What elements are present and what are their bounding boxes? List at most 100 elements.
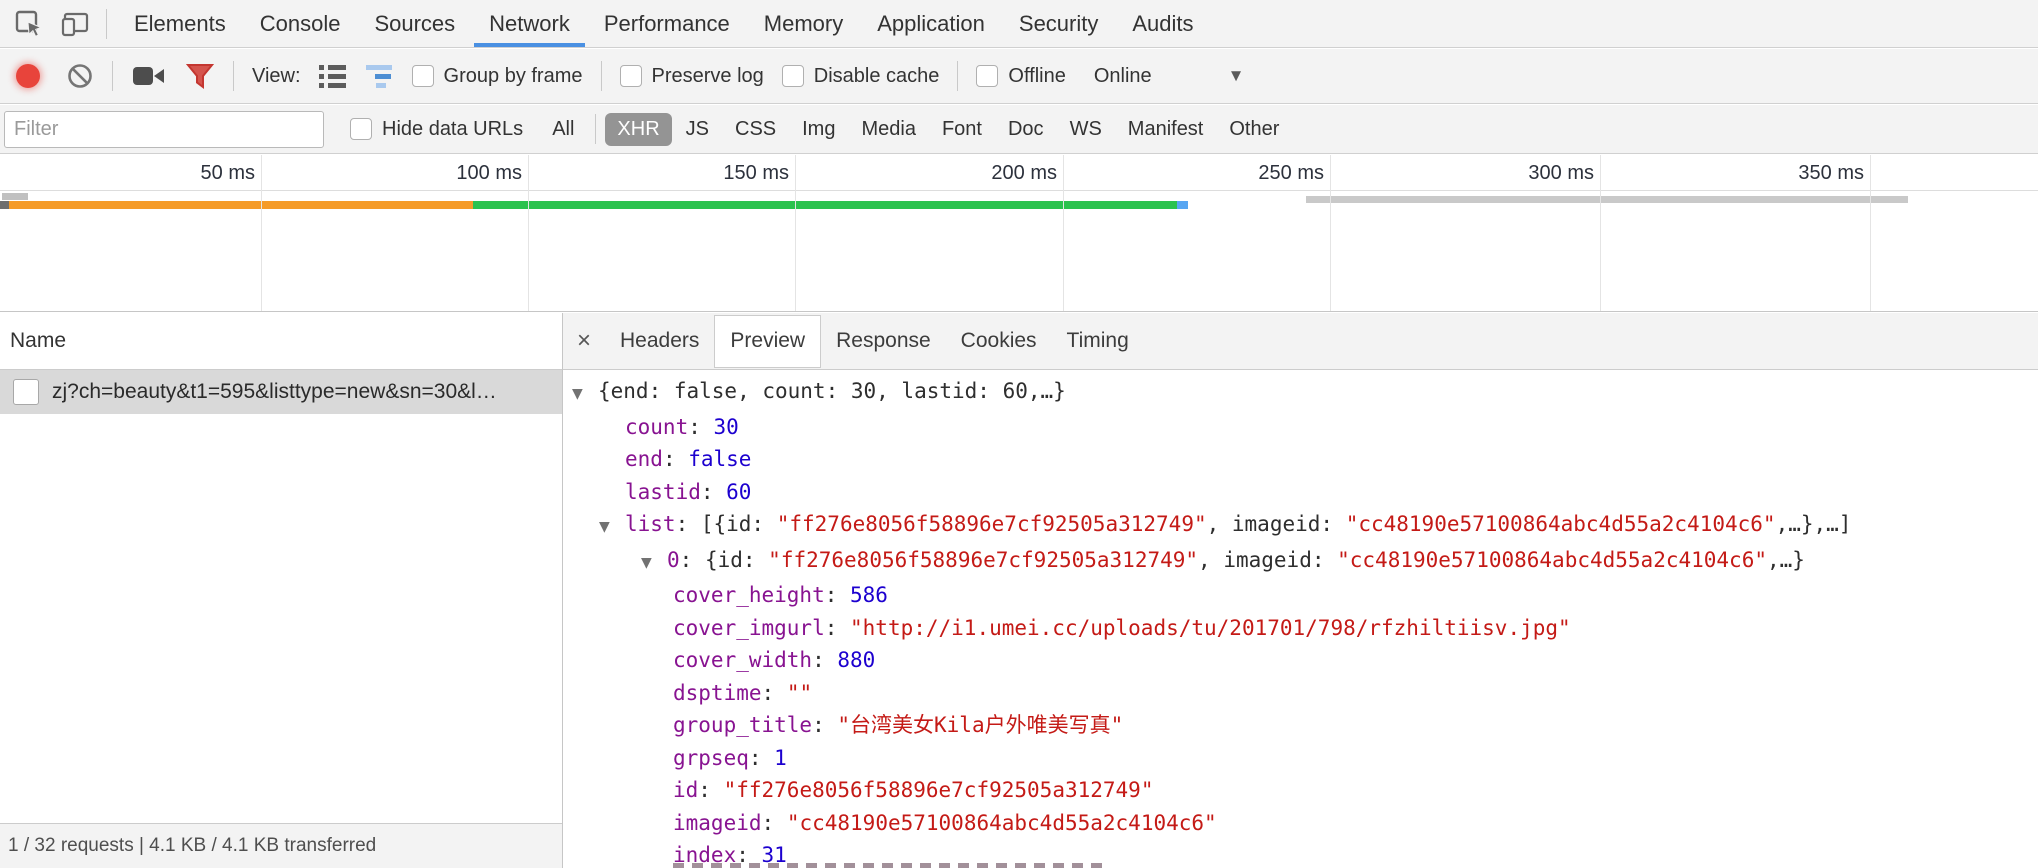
subtab-response[interactable]: Response: [821, 313, 946, 369]
waterfall-bar: [1306, 196, 1908, 203]
preview-row-10: group_title: "台湾美女Kila户外唯美写真": [563, 709, 2038, 742]
json-token-p: :: [749, 746, 774, 770]
json-token-s: "ff276e8056f58896e7cf92505a312749": [768, 548, 1198, 572]
network-main: Name zj?ch=beauty&t1=595&listtype=new&sn…: [0, 313, 2038, 868]
filter-type-img[interactable]: Img: [790, 113, 847, 146]
preserve-log-checkbox[interactable]: Preserve log: [620, 65, 764, 88]
subtab-timing[interactable]: Timing: [1052, 313, 1144, 369]
tab-elements[interactable]: Elements: [117, 0, 243, 47]
timeline-gridline: [261, 155, 262, 311]
close-icon[interactable]: ×: [577, 327, 591, 355]
preview-row-1: count: 30: [563, 411, 2038, 444]
clipped-text-line: [673, 863, 1103, 868]
json-token-p: : [{id:: [676, 512, 777, 536]
network-overview[interactable]: 50 ms100 ms150 ms200 ms250 ms300 ms350 m…: [0, 155, 2038, 312]
filter-type-other[interactable]: Other: [1217, 113, 1291, 146]
json-token-p: :: [762, 681, 787, 705]
json-token-k: group_title: [673, 713, 812, 737]
tree-expand-arrow[interactable]: ▼: [599, 511, 625, 544]
record-button[interactable]: [16, 64, 40, 88]
hide-data-urls-checkbox[interactable]: [350, 118, 372, 140]
preview-row-5[interactable]: ▼0: {id: "ff276e8056f58896e7cf92505a3127…: [563, 544, 2038, 580]
tab-audits[interactable]: Audits: [1115, 0, 1210, 47]
list-view-icon[interactable]: [319, 65, 346, 88]
request-name: zj?ch=beauty&t1=595&listtype=new&sn=30&l…: [52, 380, 497, 404]
timeline-ruler: 50 ms100 ms150 ms200 ms250 ms300 ms350 m…: [0, 155, 2038, 191]
tab-application[interactable]: Application: [860, 0, 1002, 47]
json-token-p: :: [812, 648, 837, 672]
filter-type-font[interactable]: Font: [930, 113, 994, 146]
filter-funnel-icon[interactable]: [185, 62, 215, 90]
inspect-cursor-icon[interactable]: [12, 7, 46, 41]
waterfall-bar: [0, 201, 9, 209]
json-token-s: "cc48190e57100864abc4d55a2c4104c6": [1337, 548, 1767, 572]
timeline-tick-label: 150 ms: [685, 162, 789, 185]
json-token-k: 0: [667, 548, 680, 572]
json-token-p: :: [663, 447, 688, 471]
filter-type-doc[interactable]: Doc: [996, 113, 1056, 146]
disable-cache-checkbox[interactable]: Disable cache: [782, 65, 940, 88]
timeline-gridline: [1870, 155, 1871, 311]
screenshot-camera-icon[interactable]: [131, 63, 167, 89]
json-token-p: , imageid:: [1198, 548, 1337, 572]
filter-type-manifest[interactable]: Manifest: [1116, 113, 1216, 146]
filter-type-media[interactable]: Media: [849, 113, 927, 146]
subtab-headers[interactable]: Headers: [605, 313, 714, 369]
offline-label: Offline: [1008, 65, 1065, 88]
throttling-dropdown[interactable]: Online: [1094, 65, 1152, 88]
json-token-k: cover_imgurl: [673, 616, 825, 640]
filter-input[interactable]: [4, 111, 324, 148]
chevron-down-icon[interactable]: ▼: [1228, 66, 1245, 86]
json-token-n: 880: [837, 648, 875, 672]
clear-icon[interactable]: [66, 62, 94, 90]
tab-console[interactable]: Console: [243, 0, 358, 47]
filter-type-all[interactable]: All: [540, 113, 586, 146]
tabbar-divider: [106, 9, 107, 39]
json-token-k: dsptime: [673, 681, 762, 705]
json-token-p: :: [688, 415, 713, 439]
tree-expand-arrow[interactable]: ▼: [641, 547, 667, 580]
timeline-gridline: [1063, 155, 1064, 311]
json-token-k: list: [625, 512, 676, 536]
filter-type-js[interactable]: JS: [674, 113, 721, 146]
filter-type-ws[interactable]: WS: [1058, 113, 1114, 146]
request-list-empty-area: [0, 414, 562, 823]
filter-type-css[interactable]: CSS: [723, 113, 788, 146]
json-token-p: :: [762, 811, 787, 835]
toolbar-divider: [957, 61, 958, 91]
requests-panel: Name zj?ch=beauty&t1=595&listtype=new&sn…: [0, 313, 563, 868]
timeline-tick-label: 250 ms: [1220, 162, 1324, 185]
timeline-tick-label: 350 ms: [1760, 162, 1864, 185]
checkbox-box[interactable]: [620, 65, 642, 87]
preview-row-0[interactable]: ▼{end: false, count: 30, lastid: 60,…}: [563, 375, 2038, 411]
tree-expand-arrow[interactable]: ▼: [572, 378, 598, 411]
timeline-gridline: [795, 155, 796, 311]
name-column-header[interactable]: Name: [0, 313, 562, 370]
json-token-k: cover_width: [673, 648, 812, 672]
preview-row-4[interactable]: ▼list: [{id: "ff276e8056f58896e7cf92505a…: [563, 508, 2038, 544]
preview-row-11: grpseq: 1: [563, 742, 2038, 775]
checkbox-box[interactable]: [782, 65, 804, 87]
tab-memory[interactable]: Memory: [747, 0, 860, 47]
checkbox-box[interactable]: [412, 65, 434, 87]
request-checkbox[interactable]: [13, 379, 39, 405]
offline-checkbox[interactable]: Offline: [976, 65, 1065, 88]
subtab-preview[interactable]: Preview: [714, 315, 821, 368]
filter-type-xhr[interactable]: XHR: [605, 113, 671, 146]
tab-sources[interactable]: Sources: [357, 0, 472, 47]
device-toolbar-icon[interactable]: [58, 7, 92, 41]
waterfall-view-icon[interactable]: [364, 65, 394, 88]
timeline-tick-label: 300 ms: [1490, 162, 1594, 185]
details-tabbar: × HeadersPreviewResponseCookiesTiming: [563, 313, 2038, 370]
tab-security[interactable]: Security: [1002, 0, 1115, 47]
name-header-label: Name: [10, 329, 66, 353]
tab-network[interactable]: Network: [472, 0, 587, 47]
json-token-s: "http://i1.umei.cc/uploads/tu/201701/798…: [850, 616, 1571, 640]
tab-performance[interactable]: Performance: [587, 0, 747, 47]
request-row[interactable]: zj?ch=beauty&t1=595&listtype=new&sn=30&l…: [0, 370, 562, 414]
checkbox-box[interactable]: [976, 65, 998, 87]
json-token-p: : {id:: [680, 548, 769, 572]
group-by-frame-checkbox[interactable]: Group by frame: [412, 65, 583, 88]
json-token-s: "cc48190e57100864abc4d55a2c4104c6": [1346, 512, 1776, 536]
subtab-cookies[interactable]: Cookies: [946, 313, 1052, 369]
